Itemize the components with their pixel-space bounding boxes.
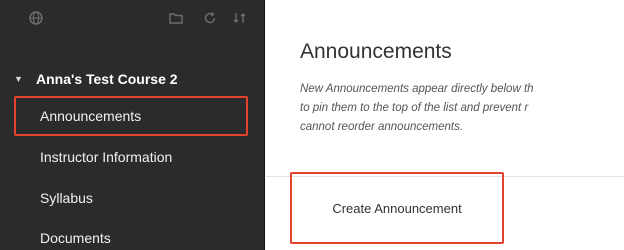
globe-icon[interactable] <box>28 10 44 26</box>
sidebar-item-label: Documents <box>40 230 111 246</box>
sidebar-item-label: Announcements <box>40 108 142 124</box>
sidebar-item-label: Instructor Information <box>40 149 173 165</box>
sidebar-item-announcements[interactable]: Announcements <box>40 104 250 128</box>
course-sidebar: ▼ Anna's Test Course 2 Announcements Ins… <box>0 0 265 250</box>
course-title[interactable]: ▼ Anna's Test Course 2 <box>14 68 254 90</box>
sidebar-toolbar <box>0 0 265 40</box>
sidebar-item-documents[interactable]: Documents <box>40 226 250 250</box>
description-line: New Announcements appear directly below … <box>300 83 534 95</box>
sidebar-item-syllabus[interactable]: Syllabus <box>40 186 250 210</box>
course-title-text: Anna's Test Course 2 <box>36 71 178 87</box>
swap-arrows-icon[interactable] <box>232 10 248 26</box>
page-title: Announcements <box>300 40 452 63</box>
main-content: Announcements New Announcements appear d… <box>266 0 624 250</box>
refresh-icon[interactable] <box>202 10 218 26</box>
sidebar-item-label: Syllabus <box>40 190 93 206</box>
sidebar-item-instructor-information[interactable]: Instructor Information <box>40 145 250 169</box>
create-announcement-button[interactable]: Create Announcement <box>290 172 504 244</box>
description-line: cannot reorder announcements. <box>300 121 464 133</box>
description-line: to pin them to the top of the list and p… <box>300 102 529 114</box>
page-description: New Announcements appear directly below … <box>300 80 624 137</box>
folder-icon[interactable] <box>168 10 184 26</box>
caret-down-icon[interactable]: ▼ <box>14 74 36 84</box>
